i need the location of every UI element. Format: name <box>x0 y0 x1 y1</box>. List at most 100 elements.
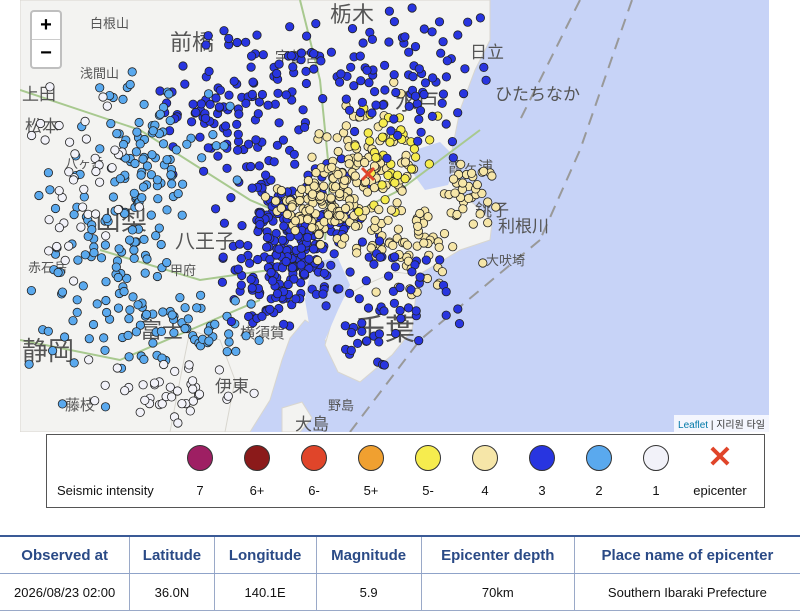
station-marker[interactable] <box>404 47 414 57</box>
station-marker[interactable] <box>383 170 393 180</box>
station-marker[interactable] <box>101 231 111 241</box>
station-marker[interactable] <box>223 391 233 401</box>
station-marker[interactable] <box>458 178 468 188</box>
station-marker[interactable] <box>159 359 169 370</box>
station-marker[interactable] <box>215 85 225 95</box>
station-marker[interactable] <box>352 338 363 348</box>
station-marker[interactable] <box>232 37 242 48</box>
station-marker[interactable] <box>425 135 435 145</box>
station-marker[interactable] <box>78 281 88 291</box>
station-marker[interactable] <box>164 89 174 99</box>
station-marker[interactable] <box>132 127 142 137</box>
station-marker[interactable] <box>377 180 387 190</box>
station-marker[interactable] <box>386 126 396 136</box>
station-marker[interactable] <box>389 114 399 124</box>
station-marker[interactable] <box>371 287 381 297</box>
station-marker[interactable] <box>217 277 227 287</box>
station-marker[interactable] <box>113 204 123 215</box>
station-marker[interactable] <box>345 267 355 277</box>
station-marker[interactable] <box>450 188 460 198</box>
zoom-out-button[interactable]: − <box>32 40 60 67</box>
station-marker[interactable] <box>218 252 228 262</box>
station-marker[interactable] <box>272 289 283 299</box>
station-marker[interactable] <box>410 152 421 162</box>
station-marker[interactable] <box>72 307 82 317</box>
station-marker[interactable] <box>236 280 246 290</box>
station-marker[interactable] <box>247 89 257 100</box>
station-marker[interactable] <box>468 219 478 229</box>
station-marker[interactable] <box>334 77 345 87</box>
station-marker[interactable] <box>263 100 273 110</box>
station-marker[interactable] <box>45 82 55 92</box>
station-marker[interactable] <box>448 153 458 163</box>
station-marker[interactable] <box>403 303 414 313</box>
station-marker[interactable] <box>107 163 117 173</box>
station-marker[interactable] <box>241 98 251 109</box>
station-marker[interactable] <box>231 346 241 356</box>
station-marker[interactable] <box>156 239 166 250</box>
station-marker[interactable] <box>210 319 220 329</box>
station-marker[interactable] <box>266 267 276 278</box>
station-marker[interactable] <box>289 149 299 159</box>
station-marker[interactable] <box>192 303 202 313</box>
station-marker[interactable] <box>241 37 251 47</box>
station-marker[interactable] <box>196 99 206 109</box>
station-marker[interactable] <box>336 69 346 79</box>
station-marker[interactable] <box>95 177 105 187</box>
station-marker[interactable] <box>296 243 306 253</box>
station-marker[interactable] <box>92 299 102 309</box>
station-marker[interactable] <box>414 335 424 346</box>
station-marker[interactable] <box>364 78 374 88</box>
station-marker[interactable] <box>411 306 421 316</box>
station-marker[interactable] <box>315 240 326 250</box>
station-marker[interactable] <box>88 319 99 330</box>
station-marker[interactable] <box>363 128 373 138</box>
station-marker[interactable] <box>64 241 74 251</box>
station-marker[interactable] <box>438 89 448 99</box>
station-marker[interactable] <box>119 286 129 297</box>
station-marker[interactable] <box>357 326 367 336</box>
station-marker[interactable] <box>244 139 254 149</box>
station-marker[interactable] <box>125 79 135 90</box>
station-marker[interactable] <box>475 209 485 219</box>
station-marker[interactable] <box>448 242 458 252</box>
station-marker[interactable] <box>383 271 394 281</box>
station-marker[interactable] <box>463 193 474 203</box>
station-marker[interactable] <box>149 378 160 388</box>
station-marker[interactable] <box>59 332 70 342</box>
station-marker[interactable] <box>369 87 380 97</box>
station-marker[interactable] <box>248 77 258 87</box>
station-marker[interactable] <box>142 161 153 171</box>
station-marker[interactable] <box>87 225 97 235</box>
station-marker[interactable] <box>60 255 70 265</box>
station-marker[interactable] <box>442 56 452 66</box>
station-marker[interactable] <box>276 203 286 213</box>
station-marker[interactable] <box>453 108 463 118</box>
station-marker[interactable] <box>53 267 63 278</box>
station-marker[interactable] <box>229 76 239 86</box>
station-marker[interactable] <box>170 366 180 376</box>
station-marker[interactable] <box>296 260 306 270</box>
station-marker[interactable] <box>197 153 207 163</box>
earthquake-map[interactable]: 白根山宇都宮栃木日立ひたちなか浅間山前橋松本水戸八ヶ岳霞ヶ浦山梨銚子利根川八王子… <box>20 0 769 432</box>
station-marker[interactable] <box>340 321 350 331</box>
station-marker[interactable] <box>111 262 121 272</box>
station-marker[interactable] <box>383 215 393 225</box>
station-marker[interactable] <box>333 146 343 157</box>
station-marker[interactable] <box>393 224 403 234</box>
station-marker[interactable] <box>102 307 112 318</box>
station-marker[interactable] <box>350 221 360 231</box>
station-marker[interactable] <box>95 144 105 154</box>
station-marker[interactable] <box>322 132 332 142</box>
station-marker[interactable] <box>120 386 130 396</box>
station-marker[interactable] <box>335 210 345 220</box>
station-marker[interactable] <box>390 178 400 188</box>
station-marker[interactable] <box>371 100 381 110</box>
station-marker[interactable] <box>102 213 112 223</box>
station-marker[interactable] <box>115 174 125 184</box>
station-marker[interactable] <box>419 90 429 100</box>
station-marker[interactable] <box>290 159 300 169</box>
station-marker[interactable] <box>400 157 410 167</box>
station-marker[interactable] <box>213 151 223 161</box>
station-marker[interactable] <box>224 90 234 100</box>
